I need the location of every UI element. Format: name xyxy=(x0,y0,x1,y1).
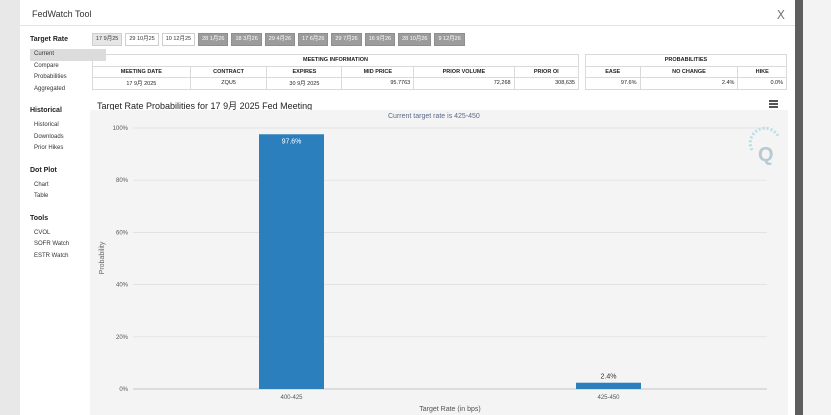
y-tick-label: 60% xyxy=(116,230,129,236)
data-label: 2.4% xyxy=(601,374,617,381)
data-label: 97.6% xyxy=(282,138,302,145)
y-tick-label: 0% xyxy=(119,387,128,393)
x-axis-title: Target Rate (in bps) xyxy=(419,406,480,413)
x-tick-label: 400-425 xyxy=(280,395,303,401)
y-tick-label: 100% xyxy=(113,126,129,132)
x-tick-label: 425-450 xyxy=(597,395,620,401)
y-axis-title: Probability xyxy=(99,241,106,274)
logo-letter: Q xyxy=(758,144,774,166)
bar xyxy=(576,382,641,389)
y-tick-label: 80% xyxy=(116,178,129,184)
y-tick-label: 20% xyxy=(116,335,129,341)
quikstrike-logo: Q xyxy=(748,126,780,166)
bar xyxy=(259,134,324,389)
bar-chart: 0% 20% 40% 60% 80% 100% 97.6% 400-425 2.4% 425-45… xyxy=(99,126,780,413)
y-tick-label: 40% xyxy=(116,283,129,289)
